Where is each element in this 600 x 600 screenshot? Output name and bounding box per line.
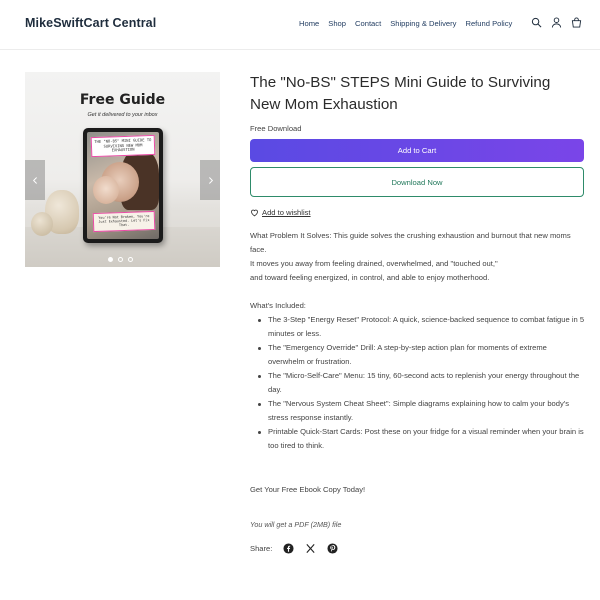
heart-icon [251, 209, 258, 217]
gallery-prev-button[interactable] [25, 160, 45, 200]
description-intro: It moves you away from feeling drained, … [250, 259, 498, 268]
wishlist-label: Add to wishlist [262, 208, 311, 217]
gallery-next-button[interactable] [200, 160, 220, 200]
product-price: Free Download [250, 124, 302, 133]
gallery-dot[interactable] [128, 257, 133, 262]
gallery-dot[interactable] [108, 257, 113, 262]
gallery-dot[interactable] [118, 257, 123, 262]
file-note: You will get a PDF (2MB) file [250, 520, 342, 529]
header-icons [531, 17, 582, 28]
share-label: Share: [250, 544, 273, 553]
share-bar: Share: [250, 543, 338, 554]
tablet-mockup: The "No-BS" Mini Guide to Surviving New … [83, 128, 163, 243]
cover-title: The "No-BS" Mini Guide to Surviving New … [90, 134, 156, 157]
add-to-cart-button[interactable]: Add to Cart [250, 139, 584, 162]
site-logo[interactable]: MikeSwiftCart Central [25, 16, 156, 30]
x-icon[interactable] [305, 543, 316, 554]
nav-home[interactable]: Home [299, 19, 319, 28]
vase-decoration-small [31, 212, 53, 236]
download-now-button[interactable]: Download Now [250, 167, 584, 197]
nav-contact[interactable]: Contact [355, 19, 381, 28]
main-nav: Home Shop Contact Shipping & Delivery Re… [299, 19, 512, 28]
nav-refund-policy[interactable]: Refund Policy [465, 19, 512, 28]
description-intro: What Problem It Solves: This guide solve… [250, 231, 571, 254]
product-description: What Problem It Solves: This guide solve… [250, 229, 585, 453]
cart-icon[interactable] [571, 17, 582, 28]
description-intro: and toward feeling energized, in control… [250, 273, 490, 282]
product-gallery: Free Guide Get it delivered to your inbo… [25, 72, 220, 267]
cover-footer: You're Not Broken, You're Just Exhausted… [92, 210, 156, 232]
included-heading: What's Included: [250, 301, 306, 310]
list-item: The 3-Step "Energy Reset" Protocol: A qu… [258, 313, 585, 341]
chevron-left-icon [32, 176, 37, 184]
cta-text: Get Your Free Ebook Copy Today! [250, 485, 366, 494]
list-item: The "Micro-Self-Care" Menu: 15 tiny, 60-… [258, 369, 585, 397]
add-to-wishlist-link[interactable]: Add to wishlist [250, 208, 311, 217]
nav-shipping-delivery[interactable]: Shipping & Delivery [390, 19, 456, 28]
ebook-cover: The "No-BS" Mini Guide to Surviving New … [87, 132, 159, 239]
list-item: Printable Quick-Start Cards: Post these … [258, 425, 585, 453]
list-item: The "Emergency Override" Drill: A step-b… [258, 341, 585, 369]
image-heading: Free Guide [79, 92, 166, 108]
product-title: The "No-BS" STEPS Mini Guide to Survivin… [250, 74, 551, 113]
facebook-icon[interactable] [283, 543, 294, 554]
list-item: The "Nervous System Cheat Sheet": Simple… [258, 397, 585, 425]
included-list: The 3-Step "Energy Reset" Protocol: A qu… [258, 313, 585, 453]
search-icon[interactable] [531, 17, 542, 28]
cover-photo-baby [93, 176, 119, 204]
gallery-dots [108, 257, 133, 262]
image-subheading: Get it delivered to your inbox [87, 112, 158, 118]
site-header: MikeSwiftCart Central Home Shop Contact … [0, 0, 600, 50]
nav-shop[interactable]: Shop [328, 19, 346, 28]
account-icon[interactable] [551, 17, 562, 28]
pinterest-icon[interactable] [327, 543, 338, 554]
chevron-right-icon [208, 176, 213, 184]
